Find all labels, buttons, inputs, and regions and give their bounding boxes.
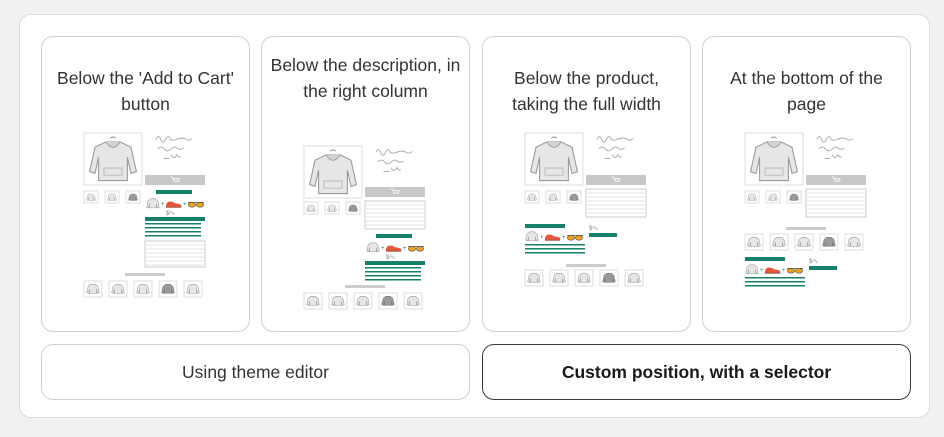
placement-preview: + + $⁄∿ — [744, 132, 867, 287]
svg-text:$⁄∿: $⁄∿ — [809, 259, 818, 265]
custom-position-selector-button[interactable]: Custom position, with a selector — [482, 344, 911, 400]
placement-preview: + + $⁄∿ — [524, 132, 647, 287]
svg-text:+: + — [562, 235, 566, 241]
svg-text:+: + — [782, 268, 786, 274]
svg-text:+: + — [381, 246, 385, 252]
card-title: Below the product, taking the full width — [512, 68, 661, 114]
using-theme-editor-button[interactable]: Using theme editor — [41, 344, 470, 400]
card-title: Below the 'Add to Cart' button — [57, 68, 234, 114]
svg-text:$⁄∿: $⁄∿ — [386, 255, 395, 261]
svg-text:+: + — [183, 202, 187, 208]
placement-preview: + + $⁄∿ — [83, 132, 206, 298]
placement-preview: + + $⁄∿ — [303, 145, 426, 310]
placement-card-below-description[interactable]: Below the description, in the right colu… — [261, 36, 470, 332]
placement-options-panel: Below the 'Add to Cart' button + + $⁄∿ B… — [19, 14, 930, 418]
svg-text:+: + — [760, 268, 764, 274]
placement-card-below-product-full-width[interactable]: Below the product, taking the full width… — [482, 36, 691, 332]
svg-text:$⁄∿: $⁄∿ — [589, 226, 598, 232]
svg-text:+: + — [403, 246, 407, 252]
card-title: Below the description, in the right colu… — [270, 55, 461, 101]
placement-card-below-add-to-cart[interactable]: Below the 'Add to Cart' button + + $⁄∿ — [41, 36, 250, 332]
card-title: At the bottom of the page — [730, 68, 883, 114]
svg-text:+: + — [540, 235, 544, 241]
placement-card-bottom-of-page[interactable]: At the bottom of the page + + $⁄∿ — [702, 36, 911, 332]
svg-text:$⁄∿: $⁄∿ — [166, 211, 175, 217]
svg-text:+: + — [161, 202, 165, 208]
